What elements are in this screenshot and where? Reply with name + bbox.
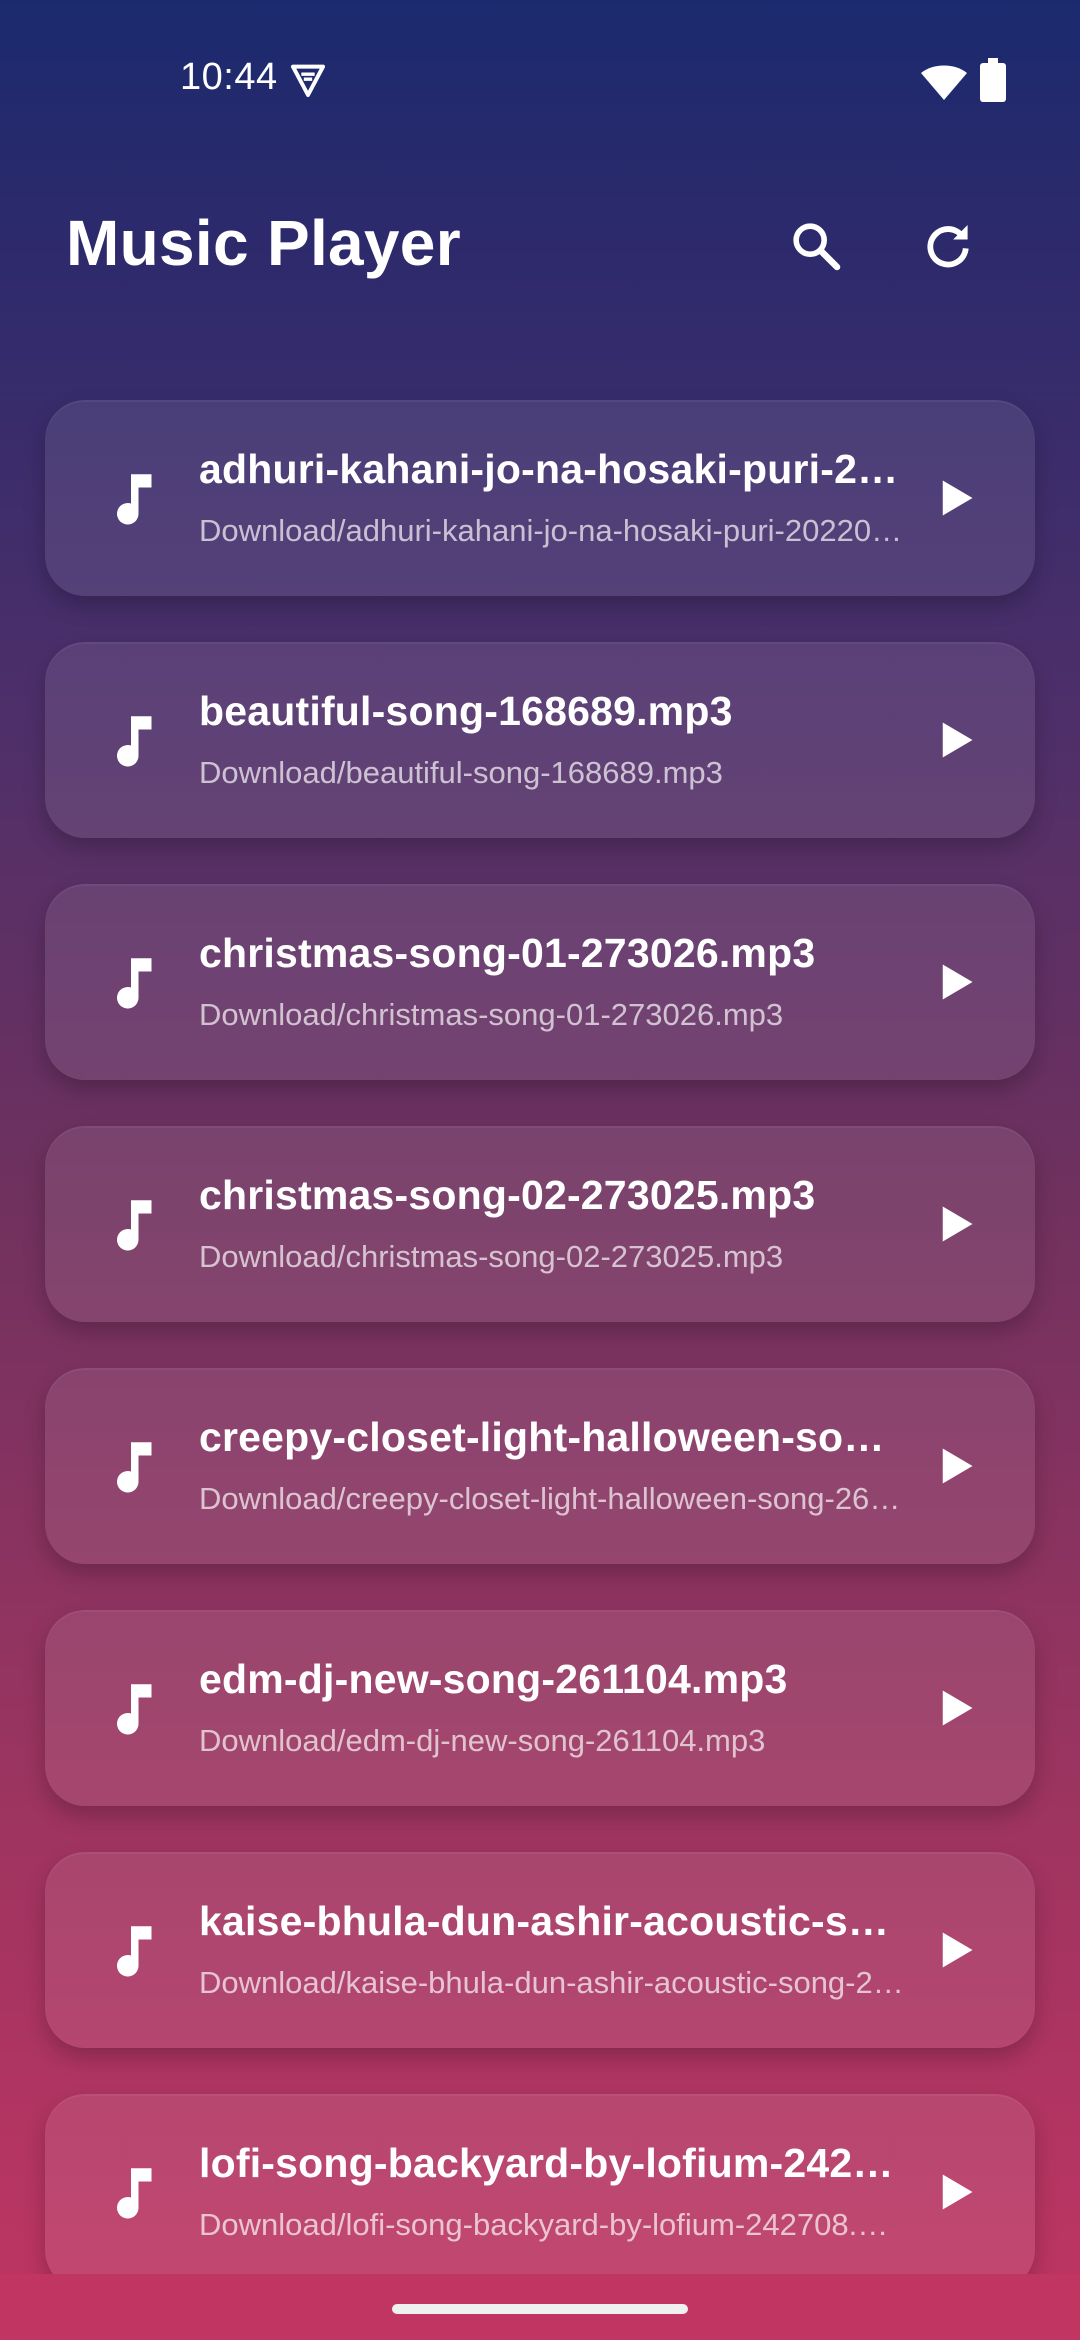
music-note-icon (117, 1200, 152, 1251)
song-title: edm-dj-new-song-261104.mp3 (199, 1656, 788, 1702)
play-icon (942, 1206, 973, 1242)
music-note-icon (117, 958, 152, 1009)
song-path: Download/christmas-song-02-273025.mp3 (199, 1239, 784, 1274)
play-icon (942, 480, 973, 516)
song-item[interactable]: adhuri-kahani-jo-na-hosaki-puri-202208.m… (45, 400, 1035, 596)
song-item[interactable]: creepy-closet-light-halloween-song-26342… (45, 1368, 1035, 1564)
song-title: adhuri-kahani-jo-na-hosaki-puri-202208.m… (199, 446, 904, 492)
song-title: christmas-song-02-273025.mp3 (199, 1172, 816, 1218)
song-path: Download/edm-dj-new-song-261104.mp3 (199, 1723, 766, 1758)
music-note-icon (117, 2168, 152, 2219)
song-title: kaise-bhula-dun-ashir-acoustic-song-2167… (199, 1898, 904, 1944)
navigation-bar (0, 2274, 1080, 2340)
song-title: lofi-song-backyard-by-lofium-242708.mp3 (199, 2140, 904, 2186)
song-path: Download/adhuri-kahani-jo-na-hosaki-puri… (199, 513, 904, 548)
song-path: Download/christmas-song-01-273026.mp3 (199, 997, 784, 1032)
play-button[interactable] (915, 2152, 995, 2232)
music-note-icon (117, 716, 152, 767)
play-button[interactable] (915, 1184, 995, 1264)
song-path: Download/creepy-closet-light-halloween-s… (199, 1481, 904, 1516)
play-icon (942, 1690, 973, 1726)
music-note-icon (117, 1442, 152, 1493)
song-item[interactable]: kaise-bhula-dun-ashir-acoustic-song-2167… (45, 1852, 1035, 2048)
play-icon (942, 964, 973, 1000)
song-path: Download/kaise-bhula-dun-ashir-acoustic-… (199, 1965, 904, 2000)
song-title: beautiful-song-168689.mp3 (199, 688, 733, 734)
play-button[interactable] (915, 458, 995, 538)
music-note-icon (117, 1684, 152, 1735)
song-path: Download/beautiful-song-168689.mp3 (199, 755, 723, 790)
play-button[interactable] (915, 700, 995, 780)
song-item[interactable]: edm-dj-new-song-261104.mp3 Download/edm-… (45, 1610, 1035, 1806)
song-title: christmas-song-01-273026.mp3 (199, 930, 816, 976)
song-item[interactable]: christmas-song-01-273026.mp3 Download/ch… (45, 884, 1035, 1080)
play-button[interactable] (915, 942, 995, 1022)
song-item[interactable]: lofi-song-backyard-by-lofium-242708.mp3 … (45, 2094, 1035, 2274)
song-path: Download/lofi-song-backyard-by-lofium-24… (199, 2207, 904, 2242)
play-icon (942, 1932, 973, 1968)
song-list: adhuri-kahani-jo-na-hosaki-puri-202208.m… (0, 0, 1080, 2274)
home-indicator[interactable] (392, 2304, 688, 2314)
song-item[interactable]: beautiful-song-168689.mp3 Download/beaut… (45, 642, 1035, 838)
play-button[interactable] (915, 1668, 995, 1748)
song-item[interactable]: christmas-song-02-273025.mp3 Download/ch… (45, 1126, 1035, 1322)
play-button[interactable] (915, 1910, 995, 1990)
play-icon (942, 2174, 973, 2210)
play-icon (942, 722, 973, 758)
music-note-icon (117, 1926, 152, 1977)
play-button[interactable] (915, 1426, 995, 1506)
music-note-icon (117, 474, 152, 525)
play-icon (942, 1448, 973, 1484)
song-title: creepy-closet-light-halloween-song-26342… (199, 1414, 904, 1460)
